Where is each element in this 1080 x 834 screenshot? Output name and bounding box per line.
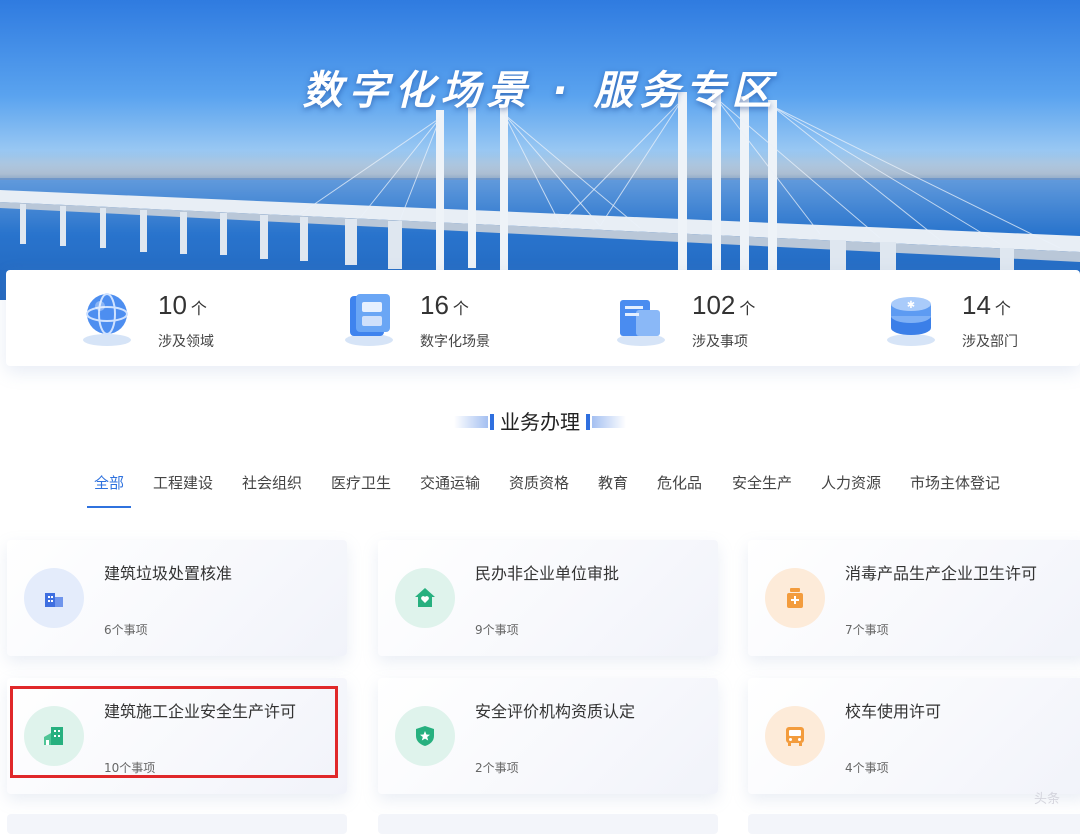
service-card[interactable]: 建筑垃圾处置核准 6个事项 [7, 540, 347, 656]
card-count: 7个事项 [845, 623, 889, 637]
stat-label: 涉及事项 [692, 334, 748, 350]
bridge-illustration [0, 90, 1080, 300]
service-card[interactable]: 消毒产品生产企业卫生许可 7个事项 [748, 540, 1080, 656]
card-count: 6个事项 [104, 623, 148, 637]
service-card-partial[interactable] [378, 814, 718, 834]
card-icon-badge [765, 568, 825, 628]
section-title: 业务办理 [0, 406, 1080, 435]
service-card[interactable]: 校车使用许可 4个事项 [748, 678, 1080, 794]
card-icon-badge [24, 568, 84, 628]
stat-scenes: 16 个 数字化场景 [340, 270, 600, 366]
card-icon-badge [395, 568, 455, 628]
stat-value: 102 个 [692, 290, 756, 320]
banner-title: 数字化场景 · 服务专区 [302, 68, 778, 114]
shield-star-icon [416, 726, 434, 746]
globe-icon [83, 293, 131, 346]
server-stack-icon: ✱ [887, 297, 935, 346]
document-stack-icon [617, 300, 665, 346]
watermark-text: 头条 [1033, 792, 1060, 807]
card-icon-badge [765, 706, 825, 766]
stat-value: 10 个 [158, 290, 207, 320]
bus-icon [786, 727, 804, 746]
title-decoration-left [454, 413, 494, 430]
card-title: 建筑垃圾处置核准 [104, 564, 233, 583]
card-count: 2个事项 [475, 761, 519, 775]
house-heart-icon [415, 588, 435, 607]
card-title: 消毒产品生产企业卫生许可 [845, 564, 1038, 583]
stat-value: 14 个 [962, 290, 1011, 320]
category-tabs: 全部 工程建设 社会组织 医疗卫生 交通运输 资质资格 教育 危化品 安全生产 … [0, 472, 1080, 512]
service-card[interactable]: 民办非企业单位审批 9个事项 [378, 540, 718, 656]
stats-bar: 10 个 涉及领域 16 个 数字化场景 102 个 涉及事项 ✱ 14 个 涉… [6, 270, 1080, 366]
card-title: 民办非企业单位审批 [475, 564, 620, 583]
tab-safety-production[interactable]: 安全生产 [732, 472, 792, 493]
card-icon-badge [395, 706, 455, 766]
card-count: 9个事项 [475, 623, 519, 637]
stat-departments: ✱ 14 个 涉及部门 [882, 270, 1080, 366]
active-tab-underline [87, 506, 131, 508]
tab-transport[interactable]: 交通运输 [420, 472, 480, 493]
service-card[interactable]: 安全评价机构资质认定 2个事项 [378, 678, 718, 794]
stat-label: 涉及部门 [962, 334, 1018, 350]
hero-banner: 数字化场景 · 服务专区 [0, 0, 1080, 300]
tab-engineering[interactable]: 工程建设 [153, 472, 213, 493]
medicine-bottle-icon [787, 588, 803, 608]
tab-market-registration[interactable]: 市场主体登记 [910, 472, 1000, 493]
card-title: 安全评价机构资质认定 [475, 702, 636, 721]
tab-qualification[interactable]: 资质资格 [509, 472, 569, 493]
svg-text:✱: ✱ [907, 300, 915, 311]
stat-value: 16 个 [420, 290, 469, 320]
screen-device-icon [345, 294, 393, 346]
card-count: 4个事项 [845, 761, 889, 775]
tab-healthcare[interactable]: 医疗卫生 [331, 472, 391, 493]
section-title-text: 业务办理 [500, 410, 580, 434]
tab-hazardous-chem[interactable]: 危化品 [657, 472, 702, 493]
card-title: 校车使用许可 [845, 702, 942, 721]
title-decoration-right [586, 413, 626, 430]
building-icon [45, 593, 63, 607]
tab-social-org[interactable]: 社会组织 [242, 472, 302, 493]
tab-education[interactable]: 教育 [598, 472, 628, 493]
stat-label: 数字化场景 [420, 334, 490, 350]
stat-label: 涉及领域 [158, 334, 214, 350]
service-card-partial[interactable] [7, 814, 347, 834]
tab-human-resources[interactable]: 人力资源 [821, 472, 881, 493]
highlight-annotation-box [10, 686, 338, 778]
stat-items: 102 个 涉及事项 [612, 270, 872, 366]
tab-all[interactable]: 全部 [94, 472, 124, 493]
service-card-partial[interactable] [748, 814, 1080, 834]
stat-domains: 10 个 涉及领域 [78, 270, 338, 366]
